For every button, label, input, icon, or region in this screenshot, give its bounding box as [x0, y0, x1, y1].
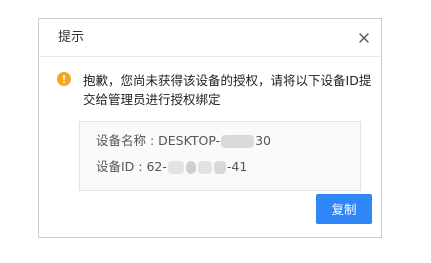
copy-button[interactable]: 复制 [316, 194, 372, 224]
device-id-label: 设备ID : 62- [96, 159, 167, 174]
device-id-row: 设备ID : 62- -41 [96, 158, 247, 176]
message-text: 抱歉，您尚未获得该设备的授权，请将以下设备ID提交给管理员进行授权绑定 [83, 73, 372, 107]
close-icon[interactable] [355, 29, 373, 47]
device-name-label: 设备名称 : DESKTOP- [96, 133, 221, 148]
redaction-mask [185, 161, 196, 174]
dialog-header: 提示 [39, 19, 381, 57]
redaction-mask [197, 161, 212, 174]
device-info-box: 设备名称 : DESKTOP- 30 设备ID : 62- -41 [79, 121, 361, 191]
prompt-dialog: 提示 抱歉，您尚未获得该设备的授权，请将以下设备ID提交给管理员进行授权绑定 设… [38, 18, 382, 238]
device-name-row: 设备名称 : DESKTOP- 30 [96, 132, 271, 150]
redaction-mask [221, 135, 255, 148]
device-name-suffix: 30 [255, 133, 271, 148]
dialog-title: 提示 [58, 30, 85, 45]
info-warning-icon [57, 72, 71, 86]
device-id-suffix: -41 [226, 159, 248, 174]
redaction-mask [167, 161, 184, 174]
redaction-mask [213, 161, 226, 174]
